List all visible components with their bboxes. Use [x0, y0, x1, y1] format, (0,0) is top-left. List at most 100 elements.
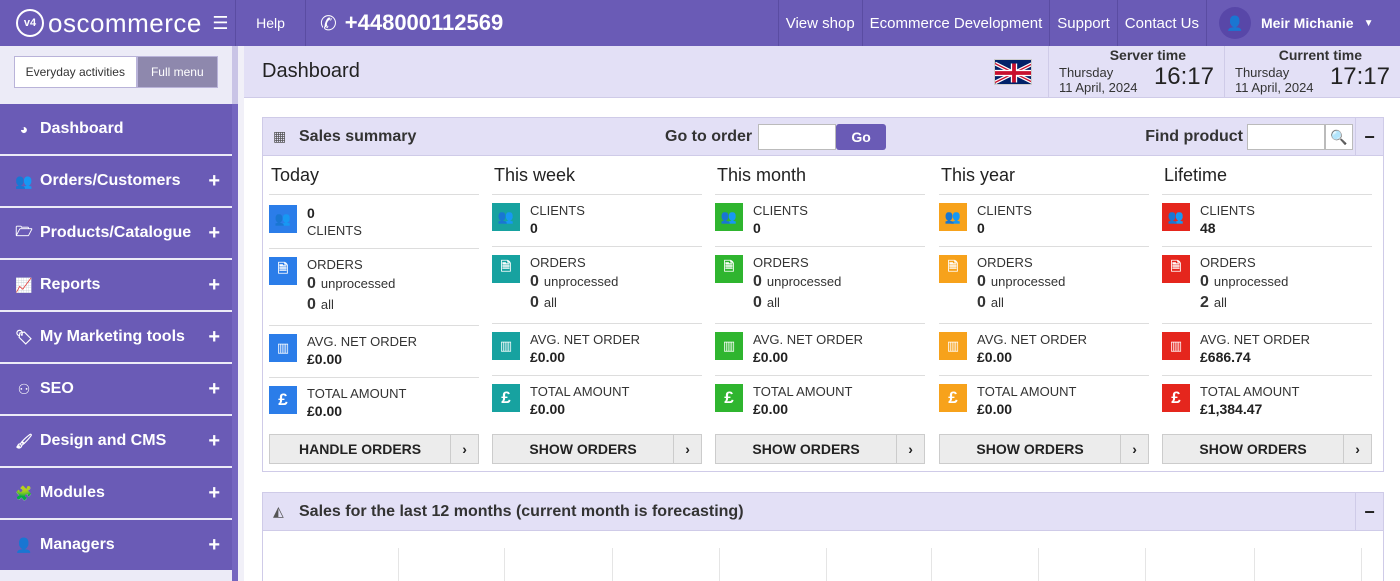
expand-plus-icon[interactable]: + [208, 378, 220, 401]
chevron-right-icon: › [450, 435, 478, 463]
full-menu-toggle[interactable]: Full menu [136, 56, 218, 88]
main-content: ▦ Sales summary Go to order Go Find prod… [244, 98, 1400, 581]
view-shop-link[interactable]: View shop [777, 0, 862, 46]
sidebar-item-my-marketing-tools[interactable]: 🏷 My Marketing tools + [0, 312, 232, 362]
avg-net-order-value: £0.00 [530, 349, 566, 365]
everyday-activities-toggle[interactable]: Everyday activities [14, 56, 137, 88]
chart-gridline [826, 548, 827, 581]
go-button[interactable]: Go [836, 124, 887, 150]
all-value: 0 [977, 294, 986, 311]
expand-plus-icon[interactable]: + [208, 534, 220, 557]
orders-button[interactable]: SHOW ORDERS › [715, 434, 925, 464]
clients-value: 0 [753, 220, 761, 236]
sidebar-item-managers[interactable]: 👤 Managers + [0, 520, 232, 570]
hamburger-menu-icon[interactable]: ☰ [206, 0, 236, 46]
ecommerce-development-link[interactable]: Ecommerce Development [861, 0, 1050, 46]
find-product-input[interactable] [1247, 124, 1325, 150]
contact-us-link[interactable]: Contact Us [1116, 0, 1206, 46]
unprocessed-line: 0 unprocessed [530, 273, 702, 291]
find-product: Find product 🔍 [1145, 118, 1353, 156]
server-time-day: Thursday [1059, 64, 1114, 80]
all-label: all [543, 295, 557, 310]
go-to-order-input[interactable] [758, 124, 837, 150]
collapse-sales-chart-button[interactable]: − [1355, 493, 1383, 531]
sales-chart-title: Sales for the last 12 months (current mo… [299, 502, 744, 520]
total-amount-label: TOTAL AMOUNT [307, 386, 407, 401]
bar-chart-icon: ▥ [492, 332, 520, 360]
avg-net-order-stat: ▥ AVG. NET ORDER £0.00 [715, 324, 925, 376]
sidebar-item-reports[interactable]: 📈 Reports + [0, 260, 232, 310]
help-link[interactable]: Help [236, 0, 306, 46]
support-link[interactable]: Support [1049, 0, 1117, 46]
document-icon: 🗎 [715, 255, 743, 283]
orders-stat: 🗎 ORDERS 0 unprocessed 0 all [715, 247, 925, 324]
chart-gridline [1038, 548, 1039, 581]
pound-icon: £ [715, 384, 743, 412]
chart-gridline [1145, 548, 1146, 581]
avg-net-order-label: AVG. NET ORDER [977, 332, 1088, 347]
collapse-sales-summary-button[interactable]: − [1355, 118, 1383, 156]
bar-chart-icon: ▥ [1162, 332, 1190, 360]
orders-button[interactable]: SHOW ORDERS › [492, 434, 702, 464]
sidebar-item-modules[interactable]: 🧩 Modules + [0, 468, 232, 518]
orders-button[interactable]: SHOW ORDERS › [1162, 434, 1372, 464]
total-amount-value: £0.00 [977, 401, 1013, 417]
sidebar-item-label: Managers [40, 536, 115, 553]
orders-button[interactable]: SHOW ORDERS › [939, 434, 1149, 464]
current-time-day: Thursday [1235, 64, 1290, 80]
orders-stat: 🗎 ORDERS 0 unprocessed 0 all [939, 247, 1149, 324]
expand-plus-icon[interactable]: + [208, 170, 220, 193]
expand-plus-icon[interactable]: + [208, 274, 220, 297]
sidebar-item-orders-customers[interactable]: 👥 Orders/Customers + [0, 156, 232, 206]
sitemap-icon: ⚇ [17, 380, 31, 397]
total-amount-stat: £ TOTAL AMOUNT £0.00 [269, 378, 479, 430]
bar-chart-icon: ▥ [269, 334, 297, 362]
phone-icon: ✆ [320, 12, 337, 35]
sidebar-item-label: Reports [40, 276, 101, 293]
orders-label: ORDERS [1200, 255, 1256, 270]
expand-plus-icon[interactable]: + [208, 482, 220, 505]
orders-button[interactable]: HANDLE ORDERS › [269, 434, 479, 464]
sidebar-item-seo[interactable]: ⚇ SEO + [0, 364, 232, 414]
menu-toggle: Everyday activities Full menu [14, 56, 218, 88]
expand-plus-icon[interactable]: + [208, 222, 220, 245]
all-line: 2 all [1200, 294, 1372, 312]
users-icon: 👥 [15, 172, 33, 189]
orders-button-label: SHOW ORDERS [752, 441, 860, 457]
uk-flag-icon[interactable] [994, 58, 1032, 85]
user-avatar-icon: 👤 [1219, 7, 1251, 39]
search-icon[interactable]: 🔍 [1325, 124, 1353, 150]
expand-plus-icon[interactable]: + [208, 326, 220, 349]
clients-value: 0 [977, 220, 985, 236]
avg-net-order-value: £0.00 [753, 349, 789, 365]
total-amount-stat: £ TOTAL AMOUNT £0.00 [939, 376, 1149, 428]
logo[interactable]: v4 oscommerce [0, 0, 206, 46]
avg-net-order-value: £0.00 [307, 351, 343, 367]
sidebar-item-label: Products/Catalogue [40, 224, 192, 241]
table-icon: ▦ [273, 128, 287, 144]
summary-column-lifetime: Lifetime 👥 CLIENTS 48 🗎 ORDERS 0 unprocessed 2 al… [1162, 157, 1372, 464]
sidebar-scrollbar[interactable] [232, 104, 238, 581]
folder-icon: 🗁 [15, 223, 33, 239]
total-amount-value: £0.00 [753, 401, 789, 417]
sidebar-item-design-and-cms[interactable]: 🖌 Design and CMS + [0, 416, 232, 466]
top-bar: v4 oscommerce ☰ Help ✆ +448000112569 Vie… [0, 0, 1400, 46]
all-value: 0 [307, 296, 316, 313]
orders-label: ORDERS [977, 255, 1033, 270]
pound-icon: £ [1162, 384, 1190, 412]
current-time-label: Current time [1278, 46, 1362, 63]
orders-label: ORDERS [530, 255, 586, 270]
user-menu[interactable]: 👤 Meir Michanie ▼ [1206, 0, 1400, 46]
orders-stat: 🗎 ORDERS 0 unprocessed 0 all [492, 247, 702, 324]
unprocessed-value: 0 [753, 273, 762, 290]
bar-chart-icon: ▥ [715, 332, 743, 360]
unprocessed-label: unprocessed [1213, 274, 1289, 289]
bar-chart-icon: ▥ [939, 332, 967, 360]
sidebar-item-dashboard[interactable]: ◕ Dashboard [0, 104, 232, 154]
clients-label: CLIENTS [977, 203, 1032, 218]
sales-summary-title: Sales summary [299, 127, 417, 145]
sidebar-item-products-catalogue[interactable]: 🗁 Products/Catalogue + [0, 208, 232, 258]
all-label: all [1213, 295, 1227, 310]
expand-plus-icon[interactable]: + [208, 430, 220, 453]
column-title: Lifetime [1162, 157, 1372, 195]
